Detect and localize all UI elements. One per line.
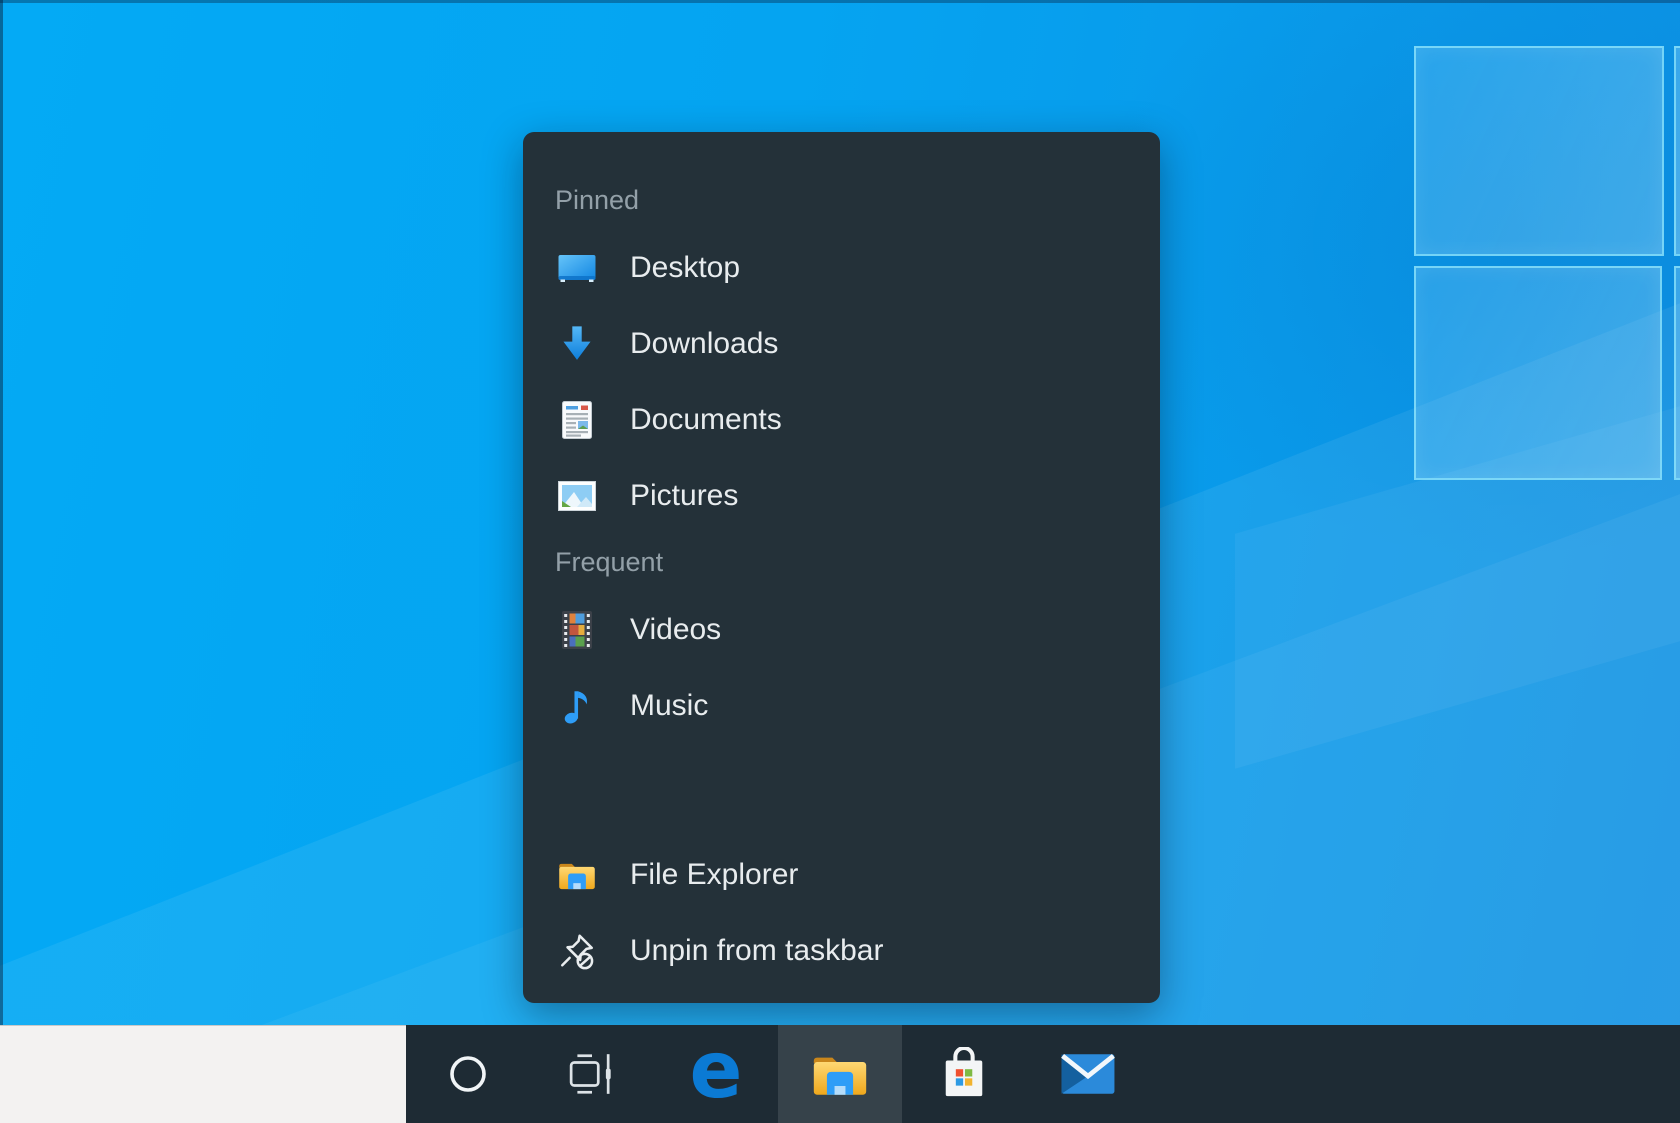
jumplist-item-unpin-from-taskbar[interactable]: Unpin from taskbar (523, 913, 1160, 989)
unpin-icon (557, 931, 597, 971)
mail-icon (1060, 1052, 1116, 1096)
jumplist: Pinned Desktop Downloads Documents Pictu… (523, 132, 1160, 1003)
screen: Pinned Desktop Downloads Documents Pictu… (0, 0, 1680, 1123)
jumplist-item-label: Documents (630, 403, 782, 437)
music-icon (557, 686, 597, 726)
taskbar-button-mail[interactable] (1026, 1025, 1150, 1123)
windows-logo-pane (1414, 266, 1662, 480)
jumplist-item-label: Downloads (630, 327, 778, 361)
windows-logo-pane (1674, 46, 1680, 256)
taskbar: e (0, 1025, 1680, 1123)
taskbar-button-edge[interactable]: e (654, 1025, 778, 1123)
taskbar-button-store[interactable] (902, 1025, 1026, 1123)
taskbar-search-input[interactable] (0, 1025, 406, 1123)
jumplist-item-videos[interactable]: Videos (523, 592, 1160, 668)
jumplist-section: File Explorer Unpin from taskbar (523, 837, 1160, 989)
downloads-icon (557, 324, 597, 364)
jumplist-item-file-explorer[interactable]: File Explorer (523, 837, 1160, 913)
cortana-icon (448, 1054, 488, 1094)
store-icon (939, 1047, 989, 1101)
jumplist-section-header: Frequent (523, 540, 1160, 584)
jumplist-item-label: File Explorer (630, 858, 798, 892)
jumplist-item-pictures[interactable]: Pictures (523, 458, 1160, 534)
desktop-icon (557, 248, 597, 288)
jumplist-item-desktop[interactable]: Desktop (523, 230, 1160, 306)
taskbar-buttons: e (406, 1025, 1150, 1123)
jumplist-item-label: Pictures (630, 479, 738, 513)
taskbar-button-cortana[interactable] (406, 1025, 530, 1123)
jumplist-item-downloads[interactable]: Downloads (523, 306, 1160, 382)
folder-icon (557, 855, 597, 895)
jumplist-item-label: Desktop (630, 251, 740, 285)
pictures-icon (557, 476, 597, 516)
videos-icon (557, 610, 597, 650)
jumplist-item-label: Unpin from taskbar (630, 934, 883, 968)
documents-icon (557, 400, 597, 440)
jumplist-item-music[interactable]: Music (523, 668, 1160, 744)
jumplist-item-label: Videos (630, 613, 721, 647)
task-view-icon (568, 1051, 616, 1097)
jumplist-section: Frequent Videos Music (523, 534, 1160, 744)
taskbar-button-file-explorer[interactable] (778, 1025, 902, 1123)
jumplist-item-label: Music (630, 689, 708, 723)
jumplist-section-header: Pinned (523, 178, 1160, 222)
windows-logo-pane (1414, 46, 1664, 256)
taskbar-button-task-view[interactable] (530, 1025, 654, 1123)
jumplist-section: Pinned Desktop Downloads Documents Pictu… (523, 178, 1160, 534)
jumplist-item-documents[interactable]: Documents (523, 382, 1160, 458)
edge-icon: e (690, 1032, 743, 1110)
windows-logo-pane (1674, 266, 1680, 480)
folder-icon (810, 1050, 870, 1098)
